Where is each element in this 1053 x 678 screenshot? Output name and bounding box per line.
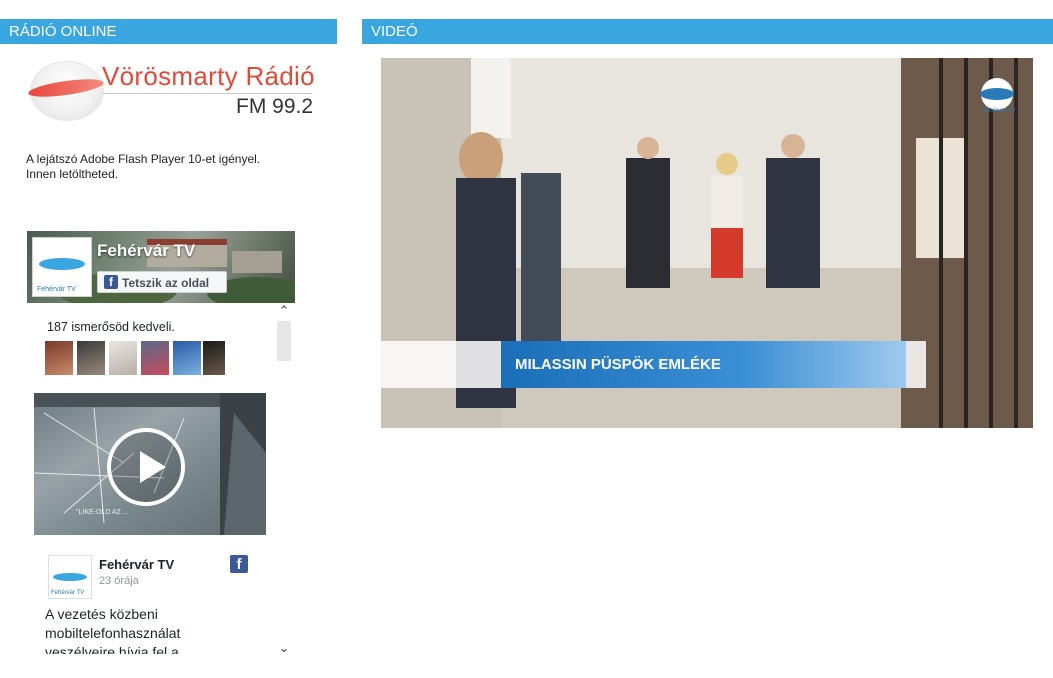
facebook-icon[interactable]: f	[230, 555, 248, 573]
play-triangle	[140, 451, 166, 483]
flash-player-note: A lejátszó Adobe Flash Player 10-et igén…	[26, 152, 336, 182]
friend-avatar[interactable]	[203, 341, 225, 375]
post-avatar-swoosh	[53, 573, 87, 581]
friend-avatar[interactable]	[173, 341, 201, 375]
chevron-up-icon[interactable]: ⌃	[277, 303, 291, 319]
channel-logo	[980, 78, 1014, 110]
friend-avatar[interactable]	[141, 341, 169, 375]
facebook-like-page-button[interactable]: f Tetszik az oldal	[97, 271, 227, 293]
facebook-video-post[interactable]: "LIKE-OLD AZ ...	[34, 393, 266, 535]
radio-logo-divider	[102, 93, 312, 94]
post-avatar-text: Fehérvár TV	[51, 590, 85, 596]
video-section-header: VIDEÓ	[362, 19, 1053, 44]
radio-section-header: RÁDIÓ ONLINE	[0, 19, 337, 44]
like-button-label: Tetszik az oldal	[122, 276, 210, 290]
feed-scrollbar[interactable]	[277, 321, 291, 361]
radio-station-name: Vörösmarty Rádió	[102, 61, 315, 91]
post-text-line: mobiltelefonhasználat	[45, 625, 181, 641]
video-caption: "LIKE-OLD AZ ...	[76, 509, 129, 516]
radio-frequency: FM 99.2	[236, 95, 314, 118]
radio-section-title: RÁDIÓ ONLINE	[9, 23, 117, 40]
play-icon[interactable]	[107, 428, 185, 506]
avatar-logo-text: Fehérvár TV	[37, 286, 76, 293]
facebook-feed[interactable]: ⌃ 187 ismerősöd kedveli. "LIKE-OLD AZ ..…	[27, 303, 295, 663]
chyron-right-panel	[906, 341, 926, 388]
flash-download-link[interactable]: Innen letöltheted.	[26, 167, 336, 182]
post-text-line: veszélyeire hívja fel a	[45, 644, 179, 654]
facebook-page-cover[interactable]: Fehérvár TV Fehérvár TV f Tetszik az old…	[27, 231, 295, 303]
post-author-avatar[interactable]: Fehérvár TV	[48, 555, 92, 599]
friend-avatar[interactable]	[109, 341, 137, 375]
video-player[interactable]: MILASSIN PÜSPÖK EMLÉKE Fehérvár TV	[381, 58, 1033, 428]
video-chyron: MILASSIN PÜSPÖK EMLÉKE	[501, 341, 906, 388]
radio-logo[interactable]: Vörösmarty Rádió FM 99.2	[22, 55, 322, 125]
chyron-left-panel	[381, 341, 501, 388]
chevron-down-icon[interactable]: ⌄	[277, 640, 291, 656]
post-timestamp[interactable]: 23 órája	[99, 575, 139, 587]
friend-avatar[interactable]	[77, 341, 105, 375]
facebook-page-avatar[interactable]: Fehérvár TV	[32, 237, 92, 297]
friend-avatar[interactable]	[45, 341, 73, 375]
channel-logo-text: Fehérvár TV	[982, 108, 1016, 114]
friends-like-count: 187 ismerősöd kedveli.	[47, 320, 175, 334]
facebook-page-name[interactable]: Fehérvár TV	[97, 241, 195, 261]
post-text: A vezetés közbeni mobiltelefonhasználat …	[45, 605, 245, 654]
video-section-title: VIDEÓ	[371, 23, 418, 40]
post-text-line: A vezetés közbeni	[45, 606, 158, 622]
facebook-icon: f	[104, 275, 118, 289]
flash-note-requirement: A lejátszó Adobe Flash Player 10-et igén…	[26, 152, 261, 166]
post-author-name[interactable]: Fehérvár TV	[99, 557, 174, 572]
avatar-logo-swoosh	[39, 258, 85, 270]
